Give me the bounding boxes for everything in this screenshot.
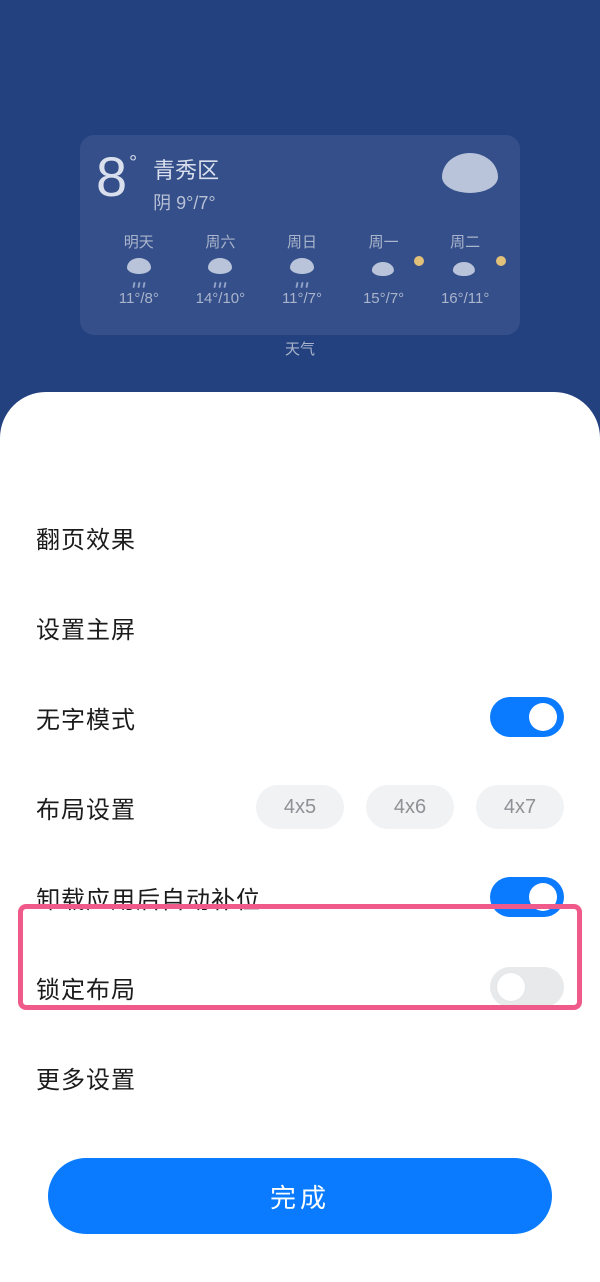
rain-icon — [98, 258, 180, 284]
no-text-mode-label: 无字模式 — [36, 700, 136, 735]
more-settings-label: 更多设置 — [36, 1060, 136, 1095]
rain-icon — [180, 258, 262, 284]
auto-fill-label: 卸载应用后自动补位 — [36, 880, 261, 915]
lock-layout-row: 锁定布局 — [36, 942, 564, 1032]
forecast-temp: 11°/7° — [261, 290, 343, 307]
layout-options: 4x5 4x6 4x7 — [256, 785, 564, 829]
location-block: 青秀区 阴 9°/7° — [153, 153, 219, 215]
layout-option-4x7[interactable]: 4x7 — [476, 785, 564, 829]
done-button[interactable]: 完成 — [48, 1158, 552, 1234]
forecast-temp: 14°/10° — [180, 290, 262, 307]
rain-icon — [261, 258, 343, 284]
lock-layout-label: 锁定布局 — [36, 970, 136, 1005]
forecast-day-label: 周二 — [424, 231, 506, 252]
lock-layout-toggle[interactable] — [490, 967, 564, 1007]
forecast-temp: 16°/11° — [424, 290, 506, 307]
forecast-day-label: 周六 — [180, 231, 262, 252]
forecast-day: 周二 16°/11° — [424, 231, 506, 307]
more-settings-row[interactable]: 更多设置 — [36, 1032, 564, 1122]
auto-fill-toggle[interactable] — [490, 877, 564, 917]
forecast-day: 周一 15°/7° — [343, 231, 425, 307]
temp-value: 8 — [96, 145, 127, 208]
forecast-day-label: 周日 — [261, 231, 343, 252]
weather-widget[interactable]: 8° 青秀区 阴 9°/7° 明天 11°/8° 周六 14°/10° — [80, 135, 520, 335]
widget-label: 天气 — [285, 338, 315, 359]
layout-option-4x5[interactable]: 4x5 — [256, 785, 344, 829]
done-button-label: 完成 — [270, 1178, 330, 1215]
partly-cloudy-icon — [424, 258, 506, 284]
set-home-label: 设置主屏 — [36, 610, 136, 645]
current-temperature: 8° — [96, 149, 135, 205]
layout-settings-row: 布局设置 4x5 4x6 4x7 — [36, 762, 564, 852]
forecast-day-label: 明天 — [98, 231, 180, 252]
no-text-mode-toggle[interactable] — [490, 697, 564, 737]
forecast-row: 明天 11°/8° 周六 14°/10° 周日 11°/7° 周一 — [96, 231, 508, 307]
auto-fill-row: 卸载应用后自动补位 — [36, 852, 564, 942]
layout-settings-label: 布局设置 — [36, 790, 136, 825]
weather-current: 8° 青秀区 阴 9°/7° — [96, 149, 508, 215]
forecast-day: 明天 11°/8° — [98, 231, 180, 307]
location-name: 青秀区 — [153, 153, 219, 185]
no-text-mode-row: 无字模式 — [36, 672, 564, 762]
settings-sheet: 翻页效果 设置主屏 无字模式 布局设置 4x5 4x6 4x7 卸载应用后自动补… — [0, 392, 600, 1282]
forecast-day: 周日 11°/7° — [261, 231, 343, 307]
degree-symbol: ° — [129, 152, 137, 174]
partly-cloudy-icon — [343, 258, 425, 284]
page-transition-row[interactable]: 翻页效果 — [36, 492, 564, 582]
layout-option-4x6[interactable]: 4x6 — [366, 785, 454, 829]
condition-line: 阴 9°/7° — [153, 189, 219, 215]
forecast-day: 周六 14°/10° — [180, 231, 262, 307]
cloud-icon — [442, 149, 498, 193]
page-transition-label: 翻页效果 — [36, 520, 136, 555]
forecast-day-label: 周一 — [343, 231, 425, 252]
set-home-row[interactable]: 设置主屏 — [36, 582, 564, 672]
forecast-temp: 11°/8° — [98, 290, 180, 307]
forecast-temp: 15°/7° — [343, 290, 425, 307]
